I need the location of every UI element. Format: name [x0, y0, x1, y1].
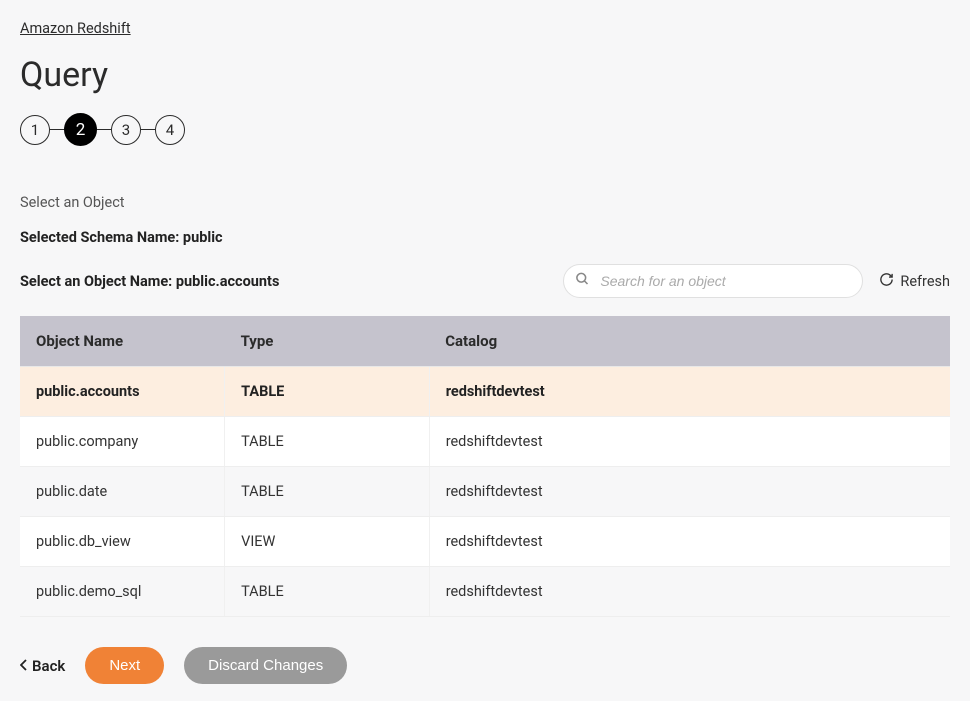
breadcrumb[interactable]: Amazon Redshift: [20, 20, 950, 37]
step-1[interactable]: 1: [20, 115, 50, 145]
table-row[interactable]: public.demo_sqlTABLEredshiftdevtest: [20, 567, 950, 617]
cell-type: TABLE: [225, 467, 430, 517]
actions-bar: Back Next Discard Changes: [20, 647, 950, 684]
cell-type: TABLE: [225, 417, 430, 467]
objects-table-body: public.accountsTABLEredshiftdevtestpubli…: [20, 367, 950, 617]
discard-button[interactable]: Discard Changes: [184, 647, 347, 684]
step-4[interactable]: 4: [155, 115, 185, 145]
table-row[interactable]: public.db_viewVIEWredshiftdevtest: [20, 517, 950, 567]
cell-name: public.company: [20, 417, 225, 467]
cell-catalog: redshiftdevtest: [429, 467, 950, 517]
table-row[interactable]: public.accountsTABLEredshiftdevtest: [20, 367, 950, 417]
search-input[interactable]: [563, 264, 863, 298]
table-row[interactable]: public.companyTABLEredshiftdevtest: [20, 417, 950, 467]
back-label: Back: [32, 657, 65, 675]
chevron-left-icon: [20, 657, 28, 675]
step-connector: [50, 129, 64, 131]
step-connector: [97, 129, 111, 131]
back-button[interactable]: Back: [20, 657, 65, 675]
step-3[interactable]: 3: [111, 115, 141, 145]
cell-type: VIEW: [225, 517, 430, 567]
cell-catalog: redshiftdevtest: [429, 567, 950, 617]
objects-table: Object Name Type Catalog public.accounts…: [20, 316, 950, 617]
refresh-icon: [879, 272, 894, 291]
column-header-catalog[interactable]: Catalog: [429, 316, 950, 367]
cell-catalog: redshiftdevtest: [429, 517, 950, 567]
next-button[interactable]: Next: [85, 647, 164, 684]
section-label: Select an Object: [20, 194, 950, 211]
step-connector: [141, 129, 155, 131]
table-row[interactable]: public.dateTABLEredshiftdevtest: [20, 467, 950, 517]
refresh-label: Refresh: [900, 273, 950, 290]
cell-catalog: redshiftdevtest: [429, 417, 950, 467]
cell-name: public.db_view: [20, 517, 225, 567]
cell-type: TABLE: [225, 567, 430, 617]
selected-object-name: public.accounts: [176, 273, 280, 290]
cell-name: public.accounts: [20, 367, 225, 417]
search-icon: [575, 272, 590, 291]
selected-object-label: Select an Object Name: public.accounts: [20, 273, 279, 290]
cell-type: TABLE: [225, 367, 430, 417]
selected-schema-label: Selected Schema Name: public: [20, 229, 950, 246]
page-title: Query: [20, 55, 950, 95]
refresh-button[interactable]: Refresh: [879, 272, 950, 291]
column-header-name[interactable]: Object Name: [20, 316, 225, 367]
cell-name: public.demo_sql: [20, 567, 225, 617]
search-box: [563, 264, 863, 298]
schema-name: public: [183, 229, 223, 246]
cell-name: public.date: [20, 467, 225, 517]
schema-label-prefix: Selected Schema Name:: [20, 229, 183, 246]
column-header-type[interactable]: Type: [225, 316, 430, 367]
step-2[interactable]: 2: [64, 113, 97, 146]
stepper: 1234: [20, 113, 950, 146]
cell-catalog: redshiftdevtest: [429, 367, 950, 417]
object-label-prefix: Select an Object Name:: [20, 273, 176, 290]
